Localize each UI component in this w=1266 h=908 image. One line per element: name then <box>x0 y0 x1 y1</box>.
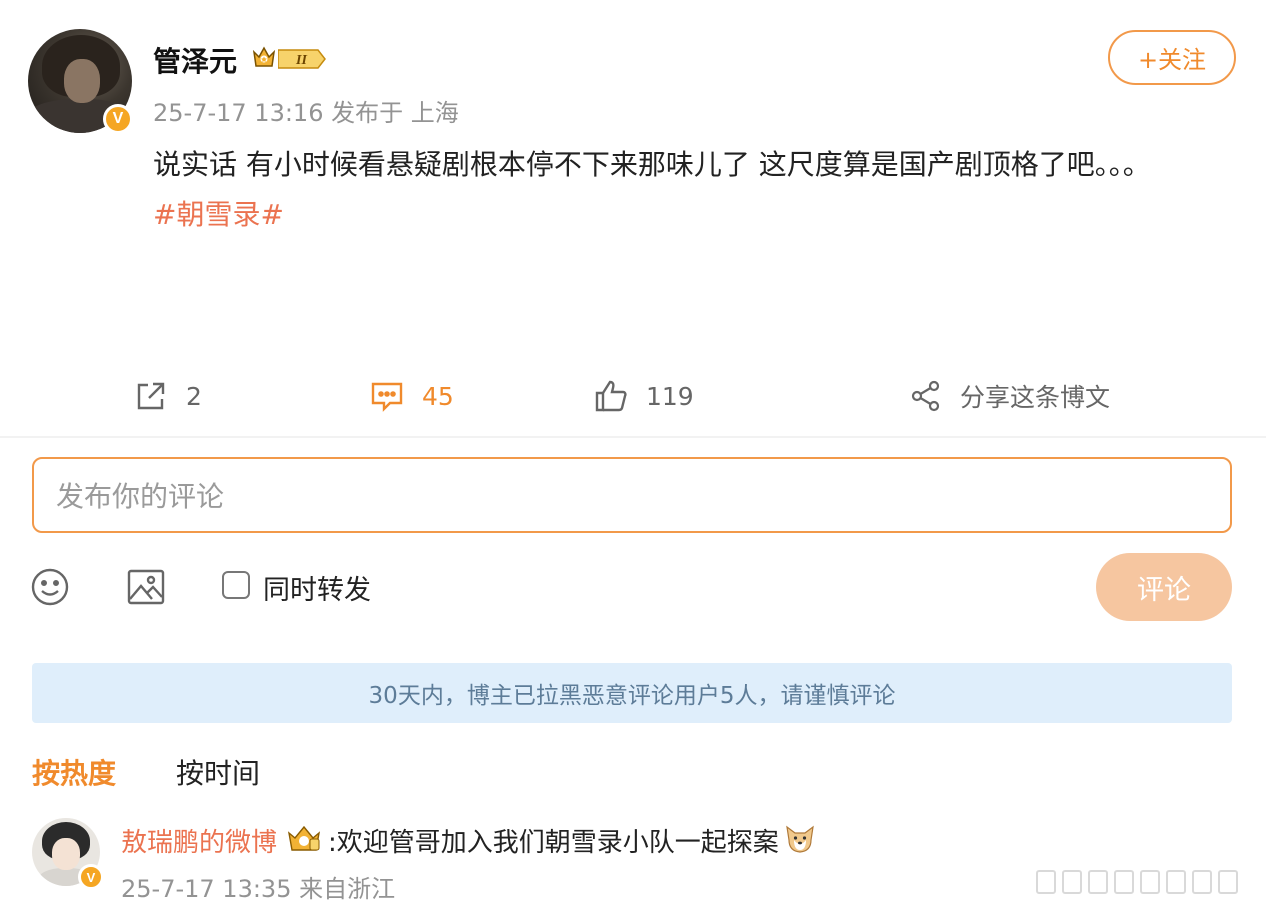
comment-icon <box>371 382 403 412</box>
divider <box>0 436 1266 438</box>
blocklist-notice: 30天内，博主已拉黑恶意评论用户5人，请谨慎评论 <box>32 663 1232 723</box>
repost-checkbox[interactable] <box>222 571 250 599</box>
level-badge: II <box>278 49 326 69</box>
comment-text: :欢迎管哥加入我们朝雪录小队一起探案 <box>328 828 779 858</box>
comment-count: 45 <box>422 381 454 411</box>
repost-checkbox-label[interactable]: 同时转发 <box>263 568 371 607</box>
follow-button[interactable]: +关注 <box>1108 30 1236 85</box>
share-icon <box>911 380 940 412</box>
post-body: 说实话 有小时候看悬疑剧根本停不下来那味儿了 这尺度算是国产剧顶格了吧。。。 #朝… <box>153 140 1153 240</box>
watermark-logo <box>1036 870 1256 896</box>
repost-count: 2 <box>186 381 202 411</box>
crown-icon <box>252 46 276 67</box>
thumbs-up-icon <box>595 380 627 412</box>
share-label: 分享这条博文 <box>960 383 1111 412</box>
author-name[interactable]: 管泽元 <box>153 40 237 80</box>
svg-text:II: II <box>295 53 307 68</box>
like-count: 119 <box>646 381 694 411</box>
submit-comment-button[interactable]: 评论 <box>1096 553 1232 621</box>
share-button[interactable]: 分享这条博文 <box>910 376 1110 416</box>
commenter-name[interactable]: 敖瑞鹏的微博 <box>121 822 277 859</box>
repost-button[interactable]: 2 <box>134 376 202 416</box>
repost-icon <box>137 382 165 410</box>
commenter-verified-icon: V <box>78 864 104 890</box>
dog-emoji-icon <box>786 825 814 853</box>
post-text: 说实话 有小时候看悬疑剧根本停不下来那味儿了 这尺度算是国产剧顶格了吧。。。 <box>153 148 1151 181</box>
verified-badge-icon: V <box>103 104 133 134</box>
comment-input[interactable]: 发布你的评论 <box>32 457 1232 533</box>
comment-meta: 25-7-17 13:35 来自浙江 <box>121 875 396 903</box>
image-icon[interactable] <box>126 567 166 607</box>
fan-badge-icon <box>287 825 321 851</box>
comment-button[interactable]: 45 <box>370 376 454 416</box>
sort-by-time-tab[interactable]: 按时间 <box>176 752 260 792</box>
emoji-icon[interactable] <box>30 567 70 607</box>
like-button[interactable]: 119 <box>594 376 694 416</box>
sort-by-hot-tab[interactable]: 按热度 <box>32 752 116 792</box>
topic-link[interactable]: #朝雪录# <box>153 198 284 231</box>
post-meta: 25-7-17 13:16 发布于 上海 <box>153 99 459 127</box>
